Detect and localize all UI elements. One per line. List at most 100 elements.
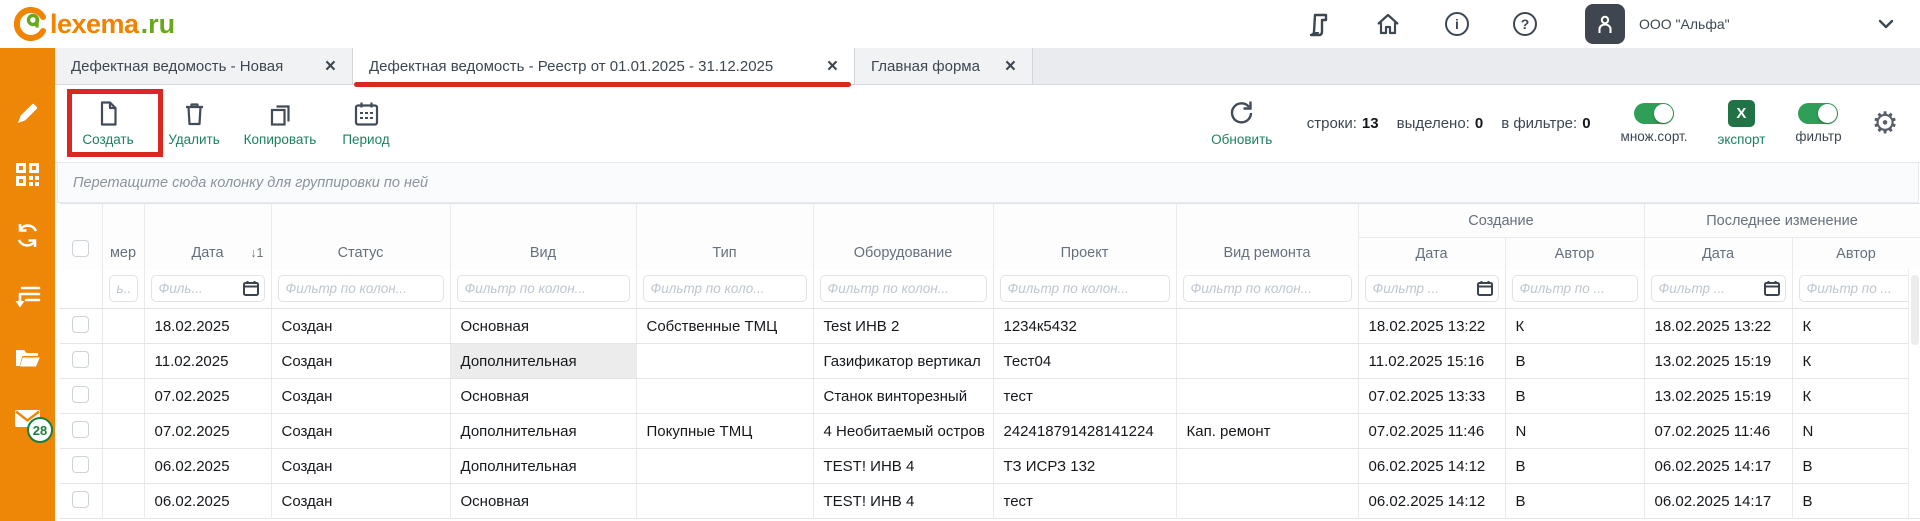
col-header-type[interactable]: Тип xyxy=(636,204,813,270)
row-checkbox[interactable] xyxy=(72,491,89,508)
home-icon[interactable] xyxy=(1375,11,1401,37)
tab-main-form[interactable]: Главная форма × xyxy=(855,48,1033,84)
cell-created_author[interactable]: В xyxy=(1505,449,1644,484)
info-icon[interactable]: i xyxy=(1445,12,1469,36)
cell-created_author[interactable]: N xyxy=(1505,414,1644,449)
folder-open-icon[interactable] xyxy=(14,344,41,371)
cell-equipment[interactable]: TEST! ИНВ 4 xyxy=(813,449,993,484)
delete-button[interactable]: Удалить xyxy=(155,100,233,147)
filter-input-modified-author[interactable] xyxy=(1799,275,1914,302)
cell-type[interactable] xyxy=(636,344,813,379)
cell-modified_author[interactable]: К xyxy=(1792,309,1920,344)
cell-kind[interactable]: Дополнительная xyxy=(450,414,636,449)
cell-number[interactable] xyxy=(102,449,144,484)
row-checkbox[interactable] xyxy=(72,316,89,333)
cell-repair_kind[interactable] xyxy=(1176,379,1358,414)
cell-modified_date[interactable]: 13.02.2025 15:19 xyxy=(1644,379,1792,414)
help-icon[interactable]: ? xyxy=(1513,12,1537,36)
cell-type[interactable]: Собственные ТМЦ xyxy=(636,309,813,344)
col-header-number[interactable]: мер xyxy=(102,204,144,270)
cell-created_date[interactable]: 18.02.2025 13:22 xyxy=(1358,309,1505,344)
col-header-repair-kind[interactable]: Вид ремонта xyxy=(1176,204,1358,270)
cell-date[interactable]: 06.02.2025 xyxy=(144,484,271,519)
cell-number[interactable] xyxy=(102,309,144,344)
table-row[interactable]: 18.02.2025СозданОсновнаяСобственные ТМЦT… xyxy=(60,309,1920,344)
col-header-modified-date[interactable]: Дата xyxy=(1644,238,1792,270)
refresh-button[interactable]: Обновить xyxy=(1207,100,1277,147)
cell-equipment[interactable]: Газификатор вертикал xyxy=(813,344,993,379)
filter-input-project[interactable] xyxy=(1000,275,1170,302)
cell-modified_author[interactable]: N xyxy=(1792,414,1920,449)
user-menu[interactable]: ООО "Альфа" xyxy=(1585,4,1920,44)
cell-created_author[interactable]: К xyxy=(1505,309,1644,344)
tab-close-icon[interactable]: × xyxy=(1005,57,1016,76)
cell-number[interactable] xyxy=(102,414,144,449)
cell-modified_author[interactable]: В xyxy=(1792,484,1920,519)
tab-defect-new[interactable]: Дефектная ведомость - Новая × xyxy=(55,48,353,84)
cell-repair_kind[interactable] xyxy=(1176,484,1358,519)
col-header-created-author[interactable]: Автор xyxy=(1505,238,1644,270)
cell-created_date[interactable]: 11.02.2025 15:16 xyxy=(1358,344,1505,379)
filter-input-created-author[interactable] xyxy=(1512,275,1638,302)
avatar[interactable] xyxy=(1585,4,1625,44)
row-checkbox[interactable] xyxy=(72,386,89,403)
col-header-project[interactable]: Проект xyxy=(993,204,1176,270)
period-button[interactable]: Период xyxy=(327,100,405,147)
cell-number[interactable] xyxy=(102,344,144,379)
settings-gear-icon[interactable]: ⚙ xyxy=(1872,109,1899,139)
filter-input-modified-date[interactable] xyxy=(1651,275,1786,302)
copy-button[interactable]: Копировать xyxy=(241,100,319,147)
create-button[interactable]: Создать xyxy=(69,100,147,147)
export-button[interactable]: X экспорт xyxy=(1717,100,1765,147)
cell-project[interactable]: тест xyxy=(993,379,1176,414)
filter-input-repair-kind[interactable] xyxy=(1183,275,1352,302)
cell-type[interactable]: Покупные ТМЦ xyxy=(636,414,813,449)
cell-modified_date[interactable]: 18.02.2025 13:22 xyxy=(1644,309,1792,344)
col-header-created-date[interactable]: Дата xyxy=(1358,238,1505,270)
sync-icon[interactable] xyxy=(14,222,41,249)
row-checkbox[interactable] xyxy=(72,351,89,368)
cell-project[interactable]: тест xyxy=(993,484,1176,519)
cell-status[interactable]: Создан xyxy=(271,484,450,519)
cell-project[interactable]: 1234к5432 xyxy=(993,309,1176,344)
filter-input-created-date[interactable] xyxy=(1365,275,1499,302)
row-checkbox[interactable] xyxy=(72,456,89,473)
cell-date[interactable]: 11.02.2025 xyxy=(144,344,271,379)
excel-icon[interactable]: X xyxy=(1728,100,1755,127)
cell-equipment[interactable]: 4 Необитаемый остров xyxy=(813,414,993,449)
chevron-down-icon[interactable] xyxy=(1876,14,1896,34)
qr-code-icon[interactable] xyxy=(14,161,41,188)
col-header-kind[interactable]: Вид xyxy=(450,204,636,270)
tab-close-icon[interactable]: × xyxy=(827,57,838,76)
cell-status[interactable]: Создан xyxy=(271,344,450,379)
cell-number[interactable] xyxy=(102,379,144,414)
filter-input-number[interactable] xyxy=(109,275,138,302)
cell-equipment[interactable]: Станок винторезный xyxy=(813,379,993,414)
filter-input-date[interactable] xyxy=(151,275,265,302)
col-header-date[interactable]: Дата↓1 xyxy=(144,204,271,270)
filter-input-equipment[interactable] xyxy=(820,275,987,302)
cell-status[interactable]: Создан xyxy=(271,309,450,344)
cell-created_author[interactable]: В xyxy=(1505,344,1644,379)
cell-kind[interactable]: Основная xyxy=(450,309,636,344)
cell-date[interactable]: 07.02.2025 xyxy=(144,414,271,449)
cell-status[interactable]: Создан xyxy=(271,449,450,484)
cell-modified_date[interactable]: 06.02.2025 14:17 xyxy=(1644,449,1792,484)
cell-modified_author[interactable]: К xyxy=(1792,344,1920,379)
cell-created_date[interactable]: 07.02.2025 11:46 xyxy=(1358,414,1505,449)
cell-created_date[interactable]: 06.02.2025 14:12 xyxy=(1358,449,1505,484)
cell-repair_kind[interactable] xyxy=(1176,449,1358,484)
cell-created_date[interactable]: 07.02.2025 13:33 xyxy=(1358,379,1505,414)
cell-date[interactable]: 18.02.2025 xyxy=(144,309,271,344)
cell-created_author[interactable]: В xyxy=(1505,484,1644,519)
table-row[interactable]: 07.02.2025СозданДополнительнаяПокупные Т… xyxy=(60,414,1920,449)
table-row[interactable]: 11.02.2025СозданДополнительнаяГазификато… xyxy=(60,344,1920,379)
cell-repair_kind[interactable] xyxy=(1176,309,1358,344)
cell-modified_date[interactable]: 07.02.2025 11:46 xyxy=(1644,414,1792,449)
cell-equipment[interactable]: TEST! ИНВ 4 xyxy=(813,484,993,519)
cell-equipment[interactable]: Test ИНВ 2 xyxy=(813,309,993,344)
cell-project[interactable]: 242418791428141224 xyxy=(993,414,1176,449)
tab-close-icon[interactable]: × xyxy=(325,57,336,76)
cell-modified_date[interactable]: 06.02.2025 14:17 xyxy=(1644,484,1792,519)
cell-status[interactable]: Создан xyxy=(271,414,450,449)
